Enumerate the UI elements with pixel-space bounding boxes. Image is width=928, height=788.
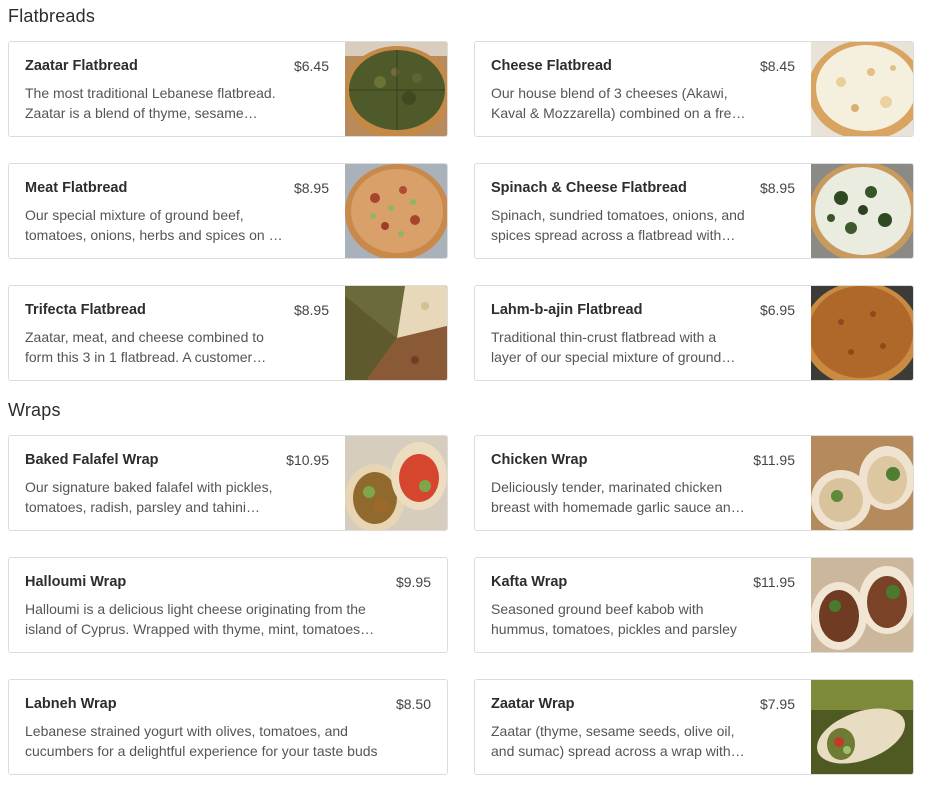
menu-item-zaatar-wrap[interactable]: Zaatar Wrap $7.95 Zaatar (thyme, sesame … [474,679,914,775]
cheese-flatbread-photo [811,42,913,136]
item-price: $11.95 [753,574,795,590]
item-price: $9.95 [395,574,431,590]
menu-item-zaatar-flatbread[interactable]: Zaatar Flatbread $6.45 The most traditio… [8,41,448,137]
item-description: Zaatar, meat, and cheese combined to for… [25,329,264,365]
item-price: $8.95 [759,180,795,196]
menu-item-spinach-cheese-flatbread[interactable]: Spinach & Cheese Flatbread $8.95 Spinach… [474,163,914,259]
item-description: Seasoned ground beef kabob with hummus, … [491,601,737,637]
item-description: Deliciously tender, marinated chicken br… [491,479,739,515]
item-description: Our special mixture of ground beef, toma… [25,207,277,243]
item-description: Halloumi is a delicious light cheese ori… [25,601,366,637]
menu-item-baked-falafel-wrap[interactable]: Baked Falafel Wrap $10.95 Our signature … [8,435,448,531]
item-name: Meat Flatbread [25,180,128,196]
item-name: Cheese Flatbread [491,58,612,74]
item-price: $10.95 [286,452,329,468]
item-price: $11.95 [753,452,795,468]
item-name: Zaatar Flatbread [25,58,138,74]
menu-item-cheese-flatbread[interactable]: Cheese Flatbread $8.45 Our house blend o… [474,41,914,137]
section-title-wraps: Wraps [8,400,61,420]
zaatar-wrap-photo [811,680,913,774]
chicken-wrap-photo [811,436,913,530]
item-price: $8.45 [759,58,795,74]
item-name: Labneh Wrap [25,696,117,712]
item-description: Our signature baked falafel with pickles… [25,479,273,515]
item-price: $8.50 [395,696,431,712]
menu-item-labneh-wrap[interactable]: Labneh Wrap $8.50 Lebanese strained yogu… [8,679,448,775]
item-price: $6.95 [759,302,795,318]
menu-item-trifecta-flatbread[interactable]: Trifecta Flatbread $8.95 Zaatar, meat, a… [8,285,448,381]
lahm-b-ajin-flatbread-photo [811,286,913,380]
item-name: Halloumi Wrap [25,574,127,590]
item-description: Spinach, sundried tomatoes, onions, and … [491,207,745,243]
falafel-wrap-photo [345,436,447,530]
meat-flatbread-photo [345,164,447,258]
item-description: Zaatar (thyme, sesame seeds, olive oil, … [491,723,735,759]
zaatar-flatbread-photo [345,42,447,136]
item-name: Chicken Wrap [491,452,588,468]
kafta-wrap-photo [811,558,913,652]
menu-item-kafta-wrap[interactable]: Kafta Wrap $11.95 Seasoned ground beef k… [474,557,914,653]
section-title-flatbreads: Flatbreads [8,6,96,26]
item-price: $8.95 [293,180,329,196]
menu-item-chicken-wrap[interactable]: Chicken Wrap $11.95 Deliciously tender, … [474,435,914,531]
item-price: $7.95 [759,696,795,712]
item-description: Our house blend of 3 cheeses (Akawi, Kav… [491,85,747,121]
item-description: Traditional thin-crust flatbread with a … [491,329,722,365]
item-name: Trifecta Flatbread [25,302,146,318]
item-name: Spinach & Cheese Flatbread [491,180,687,196]
item-name: Kafta Wrap [491,574,568,590]
spinach-cheese-flatbread-photo [811,164,913,258]
menu-item-halloumi-wrap[interactable]: Halloumi Wrap $9.95 Halloumi is a delici… [8,557,448,653]
item-name: Zaatar Wrap [491,696,575,712]
menu-item-lahm-b-ajin-flatbread[interactable]: Lahm-b-ajin Flatbread $6.95 Traditional … [474,285,914,381]
item-name: Lahm-b-ajin Flatbread [491,302,643,318]
menu-item-meat-flatbread[interactable]: Meat Flatbread $8.95 Our special mixture… [8,163,448,259]
trifecta-flatbread-photo [345,286,447,380]
item-price: $6.45 [293,58,329,74]
item-price: $8.95 [293,302,329,318]
item-name: Baked Falafel Wrap [25,452,159,468]
item-description: The most traditional Lebanese flatbread.… [25,85,276,121]
item-description: Lebanese strained yogurt with olives, to… [25,723,378,759]
